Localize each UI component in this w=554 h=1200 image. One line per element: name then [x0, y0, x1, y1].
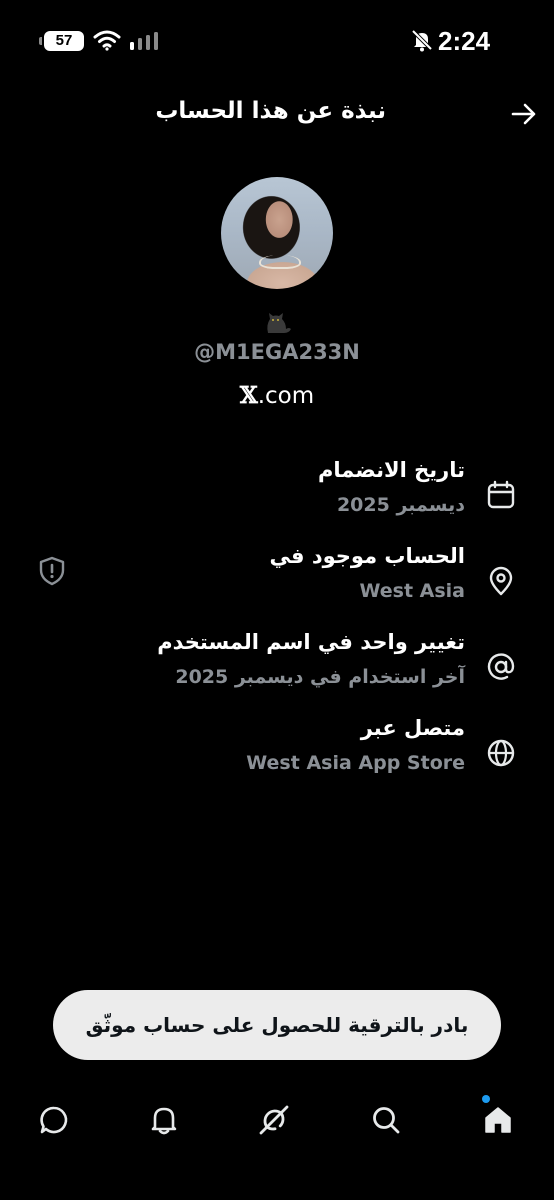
clock: 2:24 [438, 26, 491, 56]
location-pin-icon [489, 566, 513, 596]
info-subtitle: West Asia [359, 580, 465, 602]
status-bar: 57 2:24 [0, 0, 554, 80]
signal-icon [130, 32, 158, 50]
info-title: متصل عبر [360, 716, 465, 740]
profile-site-text: .com [257, 383, 315, 409]
search-icon [373, 1107, 400, 1134]
info-subtitle: آخر استخدام في ديسمبر 2025 [175, 666, 465, 688]
upgrade-button[interactable]: بادر بالترقية للحصول على حساب موثّق [53, 990, 501, 1060]
nav-messages[interactable] [34, 1100, 74, 1140]
nav-grok[interactable] [254, 1100, 294, 1140]
bell-muted-icon [411, 29, 433, 52]
grok-icon [259, 1105, 289, 1135]
home-icon [485, 1107, 511, 1133]
info-row-connected-via: متصل عبر West Asia App Store [0, 716, 554, 788]
info-row-username-change: تغيير واحد في اسم المستخدم آخر استخدام ف… [0, 630, 554, 702]
avatar-detail [259, 255, 301, 269]
info-row-joined: تاريخ الانضمام ديسمبر 2025 [0, 458, 554, 530]
page-title: نبذة عن هذا الحساب [155, 98, 386, 124]
info-title: تغيير واحد في اسم المستخدم [157, 630, 465, 654]
info-row-location: الحساب موجود في West Asia [0, 544, 554, 616]
info-title: تاريخ الانضمام [318, 458, 465, 482]
nav-home[interactable] [478, 1100, 518, 1140]
nav-notifications[interactable] [144, 1100, 184, 1140]
avatar[interactable] [221, 177, 333, 289]
info-subtitle: West Asia App Store [246, 752, 465, 774]
battery-level: 57 [55, 32, 73, 49]
shield-icon[interactable] [38, 556, 66, 586]
info-subtitle: ديسمبر 2025 [336, 494, 465, 516]
x-logo: 𝕏 [239, 382, 258, 409]
globe-icon [487, 739, 515, 767]
nav-search[interactable] [366, 1100, 406, 1140]
wifi-icon [93, 30, 121, 51]
cat-emoji-icon [267, 313, 291, 333]
info-title: الحساب موجود في [269, 544, 465, 568]
profile-site[interactable]: 𝕏.com [0, 382, 554, 409]
battery-icon: 57 [39, 31, 84, 51]
at-sign-icon [487, 653, 515, 680]
arrow-icon[interactable] [510, 101, 538, 127]
bell-icon [151, 1107, 177, 1135]
profile-handle: @M1EGA233N [194, 340, 360, 364]
chat-bubble-icon [40, 1106, 68, 1134]
calenda-icon [487, 480, 515, 509]
bottom-nav [0, 1090, 554, 1150]
home-notification-dot [482, 1095, 490, 1103]
